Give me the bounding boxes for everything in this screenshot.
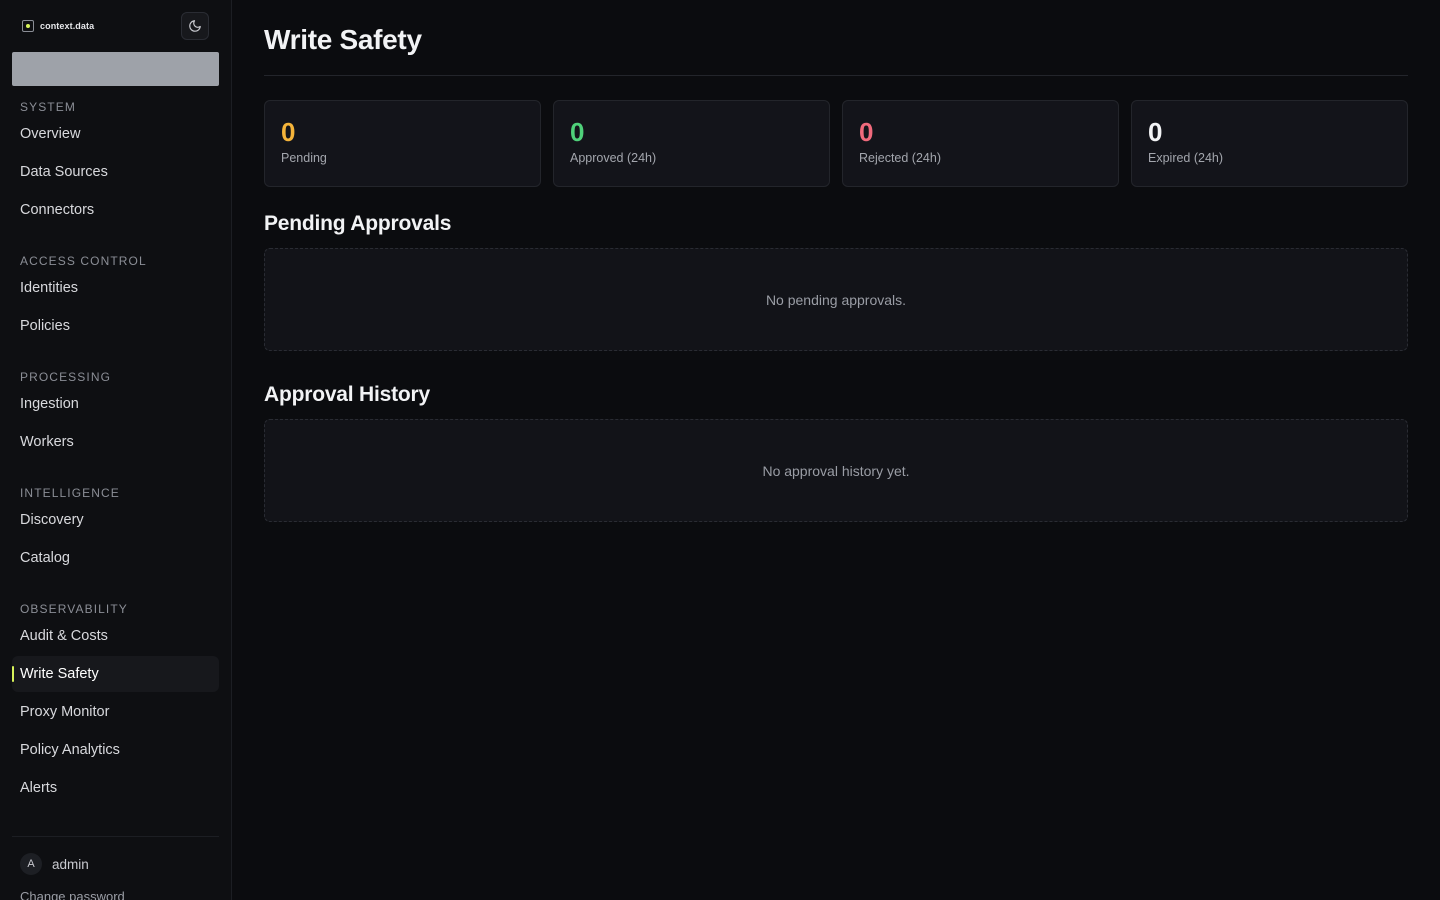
sidebar-item-proxy-monitor[interactable]: Proxy Monitor bbox=[12, 694, 219, 730]
sidebar-item-catalog[interactable]: Catalog bbox=[12, 540, 219, 576]
avatar: A bbox=[20, 853, 42, 875]
nav-group: ACCESS CONTROL Identities Policies bbox=[12, 246, 219, 344]
pending-approvals-empty: No pending approvals. bbox=[264, 248, 1408, 351]
sidebar-item-identities[interactable]: Identities bbox=[12, 270, 219, 306]
sidebar-search-block[interactable] bbox=[12, 52, 219, 86]
stat-label: Expired (24h) bbox=[1148, 151, 1224, 165]
sidebar-item-connectors[interactable]: Connectors bbox=[12, 192, 219, 228]
theme-toggle-button[interactable] bbox=[181, 12, 209, 40]
stat-card-rejected-24h: 0 Rejected (24h) bbox=[842, 100, 1119, 187]
stat-card-approved-24h: 0 Approved (24h) bbox=[553, 100, 830, 187]
stat-value: 0 bbox=[570, 117, 585, 147]
brand-row: context.data bbox=[12, 0, 219, 52]
stat-value: 0 bbox=[281, 117, 296, 147]
stat-card-pending: 0 Pending bbox=[264, 100, 541, 187]
sidebar-item-data-sources[interactable]: Data Sources bbox=[12, 154, 219, 190]
nav-section-label: SYSTEM bbox=[20, 100, 76, 114]
divider bbox=[264, 75, 1408, 76]
nav-group: SYSTEM Overview Data Sources Connectors bbox=[12, 92, 219, 228]
sidebar-footer: A admin Change password bbox=[12, 836, 219, 900]
pending-approvals-title: Pending Approvals bbox=[264, 212, 452, 235]
approval-history-title: Approval History bbox=[264, 383, 430, 406]
stat-value: 0 bbox=[859, 117, 874, 147]
nav-group: PROCESSING Ingestion Workers bbox=[12, 362, 219, 460]
sidebar-item-alerts[interactable]: Alerts bbox=[12, 770, 219, 806]
stat-card-expired-24h: 0 Expired (24h) bbox=[1131, 100, 1408, 187]
nav-section-label: PROCESSING bbox=[20, 370, 112, 384]
pending-empty-text: No pending approvals. bbox=[765, 291, 907, 308]
stat-label: Rejected (24h) bbox=[859, 151, 941, 165]
user-name: admin bbox=[52, 856, 89, 872]
approval-history-empty: No approval history yet. bbox=[264, 419, 1408, 522]
stat-label: Pending bbox=[281, 151, 327, 165]
nav-section-label: OBSERVABILITY bbox=[20, 602, 128, 616]
sidebar-item-policies[interactable]: Policies bbox=[12, 308, 219, 344]
logo-icon bbox=[22, 20, 34, 32]
nav-section-label: ACCESS CONTROL bbox=[20, 254, 147, 268]
page-title: Write Safety bbox=[264, 24, 422, 55]
sidebar: context.data SYSTEM Overview Data Sources C… bbox=[0, 0, 232, 900]
nav-group: OBSERVABILITY Audit & Costs Write Safety Pr… bbox=[12, 594, 219, 806]
brand-name: context.data bbox=[40, 21, 95, 31]
stat-label: Approved (24h) bbox=[570, 151, 657, 165]
sidebar-nav: SYSTEM Overview Data Sources Connectors ACCE… bbox=[12, 92, 219, 806]
sidebar-item-workers[interactable]: Workers bbox=[12, 424, 219, 460]
nav-group: INTELLIGENCE Discovery Catalog bbox=[12, 478, 219, 576]
app-root: context.data SYSTEM Overview Data Sources C… bbox=[0, 0, 1440, 900]
history-empty-text: No approval history yet. bbox=[762, 462, 910, 479]
brand-logo[interactable]: context.data bbox=[22, 20, 94, 32]
stats-row: 0 Pending 0 Approved (24h) 0 Rejected (24h) 0 E… bbox=[264, 100, 1408, 187]
sidebar-item-discovery[interactable]: Discovery bbox=[12, 502, 219, 538]
sidebar-item-write-safety[interactable]: Write Safety bbox=[12, 656, 219, 692]
change-password-link[interactable]: Change password bbox=[12, 889, 219, 900]
sidebar-item-ingestion[interactable]: Ingestion bbox=[12, 386, 219, 422]
sidebar-item-audit-costs[interactable]: Audit & Costs bbox=[12, 618, 219, 654]
sidebar-item-overview[interactable]: Overview bbox=[12, 116, 219, 152]
stat-value: 0 bbox=[1148, 117, 1163, 147]
user-row[interactable]: A admin bbox=[12, 853, 219, 875]
nav-section-label: INTELLIGENCE bbox=[20, 486, 120, 500]
sidebar-item-policy-analytics[interactable]: Policy Analytics bbox=[12, 732, 219, 768]
moon-icon bbox=[189, 20, 201, 32]
main-content: Write Safety 0 Pending 0 Approved (24h) 0 Rej… bbox=[232, 0, 1440, 900]
